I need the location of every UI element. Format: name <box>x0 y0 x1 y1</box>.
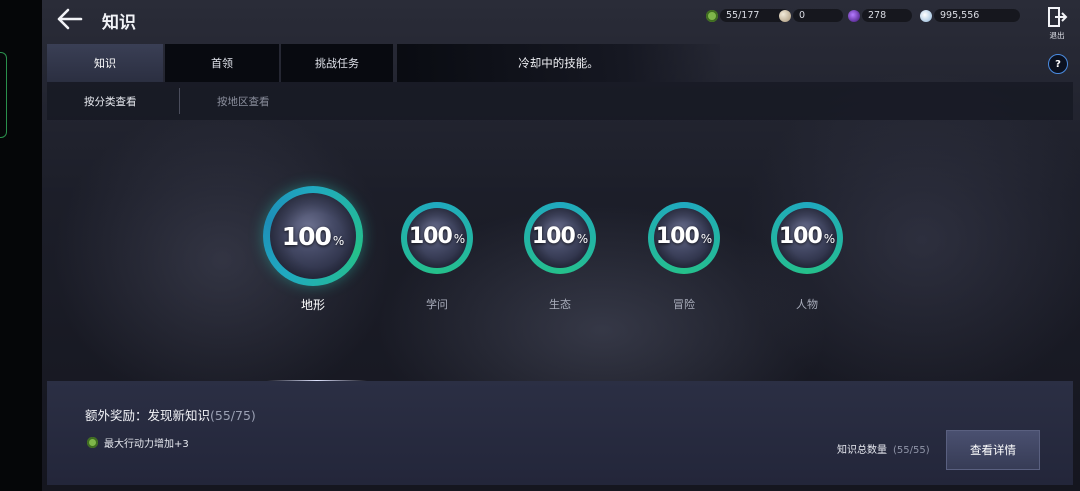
resource-stamina: 55/177 <box>706 8 790 23</box>
category-learning[interactable]: 100% 学问 <box>401 202 473 312</box>
back-arrow-icon <box>57 8 83 30</box>
category-label: 地形 <box>300 298 325 312</box>
coin-icon <box>779 9 791 22</box>
category-percent: 100% <box>408 224 466 249</box>
purple-gem-value: 278 <box>868 10 887 21</box>
subtab-by-category[interactable]: 按分类查看 <box>84 82 137 120</box>
total-count: (55/55) <box>893 445 930 456</box>
category-percent: 100% <box>531 224 589 249</box>
bonus-panel: 额外奖励：发现新知识(55/75) 最大行动力增加+3 知识总数量 (55/55)… <box>47 381 1073 485</box>
view-details-button[interactable]: 查看详情 <box>946 430 1040 470</box>
category-label: 人物 <box>796 298 818 311</box>
resource-purple-gem: 278 <box>848 8 912 23</box>
tab-boss[interactable]: 首领 <box>165 44 279 82</box>
resource-crystal: 995,556 <box>920 8 1020 23</box>
bonus-reward-text: 最大行动力增加+3 <box>104 439 189 450</box>
bonus-count: (55/75) <box>210 408 256 423</box>
device-edge <box>0 0 42 491</box>
crystal-icon <box>920 9 932 22</box>
stamina-value: 55/177 <box>726 10 760 21</box>
category-label: 学问 <box>426 298 448 311</box>
main-tabs: 知识 首领 挑战任务 <box>47 44 395 82</box>
knowledge-screen: 知识 55/177 0 278 995,556 退出 知识 首领 挑战任务 冷却… <box>42 0 1080 491</box>
skill-cooldown-notice: 冷却中的技能。 <box>397 44 720 82</box>
category-percent: 100% <box>281 222 345 251</box>
exit-door-icon <box>1048 7 1068 27</box>
tab-knowledge[interactable]: 知识 <box>47 44 163 82</box>
view-mode-bar: 按分类查看 按地区查看 <box>47 82 1073 120</box>
subtab-by-region[interactable]: 按地区查看 <box>217 82 270 120</box>
total-label: 知识总数量 <box>837 445 887 456</box>
purple-gem-icon <box>848 9 860 22</box>
bonus-title: 额外奖励：发现新知识(55/75) <box>85 405 256 424</box>
help-book-icon: ? <box>1055 58 1061 70</box>
category-characters[interactable]: 100% 人物 <box>771 202 843 312</box>
resource-coin: 0 <box>779 8 843 23</box>
crystal-value: 995,556 <box>940 10 980 21</box>
category-label: 冒险 <box>673 298 695 311</box>
side-handle[interactable] <box>0 52 7 138</box>
stamina-icon <box>706 9 718 22</box>
category-percent: 100% <box>655 224 713 249</box>
category-terrain[interactable]: 100% 地形 <box>263 186 363 316</box>
bonus-reward: 最大行动力增加+3 <box>87 435 189 450</box>
exit-label: 退出 <box>1049 31 1065 40</box>
category-percent: 100% <box>778 224 836 249</box>
subtab-divider <box>179 88 180 114</box>
knowledge-total: 知识总数量 (55/55) <box>837 441 930 456</box>
category-label: 生态 <box>549 298 571 311</box>
stamina-icon <box>87 437 98 448</box>
category-ecology[interactable]: 100% 生态 <box>524 202 596 312</box>
back-button[interactable] <box>56 6 86 32</box>
exit-button[interactable]: 退出 <box>1042 6 1072 40</box>
category-adventure[interactable]: 100% 冒险 <box>648 202 720 312</box>
tab-challenge[interactable]: 挑战任务 <box>281 44 393 82</box>
page-title: 知识 <box>102 13 136 33</box>
help-book-button[interactable]: ? <box>1048 54 1068 74</box>
bonus-label: 额外奖励：发现新知识 <box>85 408 211 423</box>
coin-value: 0 <box>799 10 806 21</box>
